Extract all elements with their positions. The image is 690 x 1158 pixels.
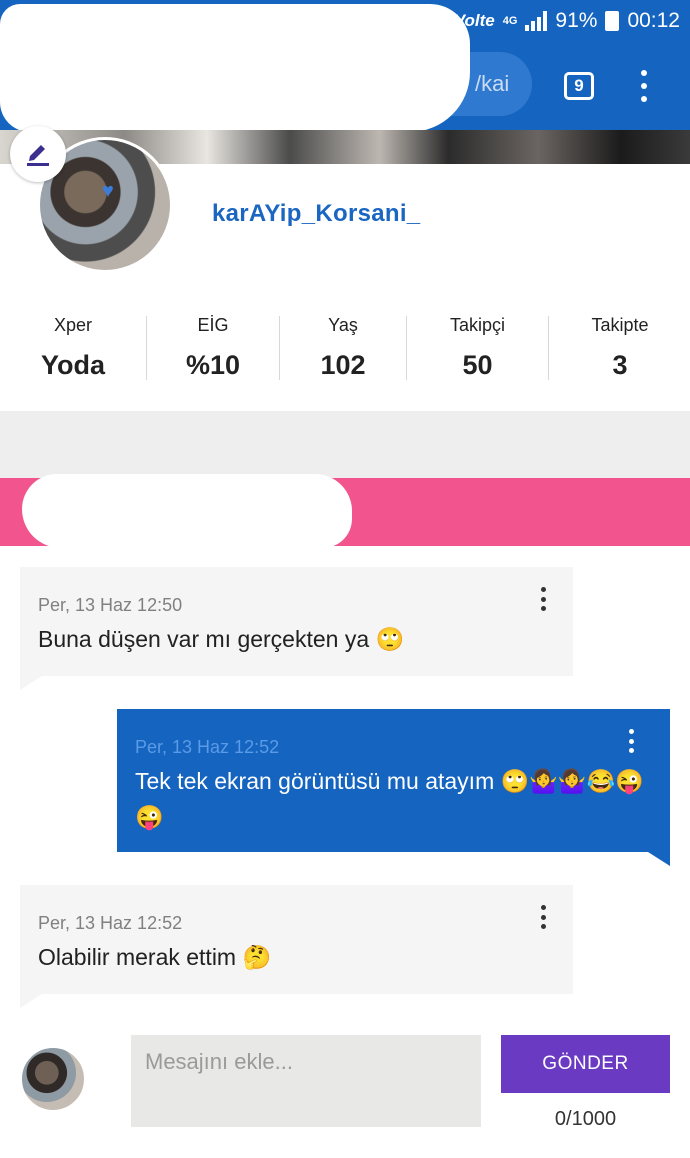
message-text: Buna düşen var mı gerçekten ya 🙄 [38,626,405,652]
overflow-menu-icon[interactable] [638,70,650,102]
stat-value: 102 [320,350,366,380]
redaction-mark [22,474,352,548]
message-outgoing: Per, 13 Haz 12:52 Tek tek ekran görüntüs… [117,709,670,852]
message-time: Per, 13 Haz 12:52 [38,913,183,933]
profile-username[interactable]: karAYip_Korsani_ [212,200,420,228]
divider [279,316,280,380]
message-text: Tek tek ekran görüntüsü mu atayım 🙄🤷‍♀️🤷… [135,768,644,830]
data-type-label: 4G [502,15,518,27]
battery-icon [605,11,620,31]
status-bar: Volte 4G 91% 00:12 [454,6,680,36]
divider [146,316,147,380]
stat-label: Takipçi [449,315,506,335]
send-button[interactable]: GÖNDER [501,1035,670,1093]
user-avatar [20,1046,86,1112]
stat-xper[interactable]: Xper Yoda [12,312,134,384]
message-text: Olabilir merak ettim 🤔 [38,944,272,970]
message-time: Per, 13 Haz 12:52 [135,737,280,757]
stat-label: Yaş [328,315,358,335]
tab-switcher-button[interactable]: 9 [564,72,594,100]
message-time: Per, 13 Haz 12:50 [38,595,183,615]
character-counter: 0/1000 [554,1108,617,1130]
stat-age[interactable]: Yaş 102 [283,312,403,384]
bubble-tail [648,852,670,866]
profile-stats: Xper Yoda EİG %10 Yaş 102 Takipçi 50 Tak… [0,312,690,384]
stat-following[interactable]: Takipte 3 [552,312,688,384]
stat-value: %10 [185,350,241,380]
heart-icon: ♥ [102,180,114,202]
pencil-icon [27,145,49,166]
message-input[interactable] [131,1035,481,1127]
battery-percent: 91% [555,9,598,32]
clock: 00:12 [627,9,680,32]
message-menu-icon[interactable] [539,905,547,929]
url-text: /kai [475,71,510,96]
profile-chat-page: Volte 4G 91% 00:12 /kai 9 ♥ karAYip_Kors… [0,0,690,1158]
stat-label: Takipte [591,315,649,335]
divider [406,316,407,380]
stat-followers[interactable]: Takipçi 50 [410,312,545,384]
message-incoming: Per, 13 Haz 12:52 Olabilir merak ettim 🤔 [20,885,573,994]
section-spacer [0,411,690,478]
edit-profile-button[interactable] [10,126,66,182]
stat-eig[interactable]: EİG %10 [150,312,276,384]
stat-label: EİG [197,315,229,335]
bubble-tail [20,676,42,690]
message-menu-icon[interactable] [627,729,635,753]
signal-icon [525,11,548,31]
message-incoming: Per, 13 Haz 12:50 Buna düşen var mı gerç… [20,567,573,676]
stat-value: Yoda [40,350,105,380]
divider [548,316,549,380]
redaction-mark [0,4,470,132]
stat-value: 50 [462,350,493,380]
bubble-tail [20,994,42,1008]
stat-value: 3 [612,350,628,380]
message-menu-icon[interactable] [539,587,547,611]
stat-label: Xper [53,315,93,335]
